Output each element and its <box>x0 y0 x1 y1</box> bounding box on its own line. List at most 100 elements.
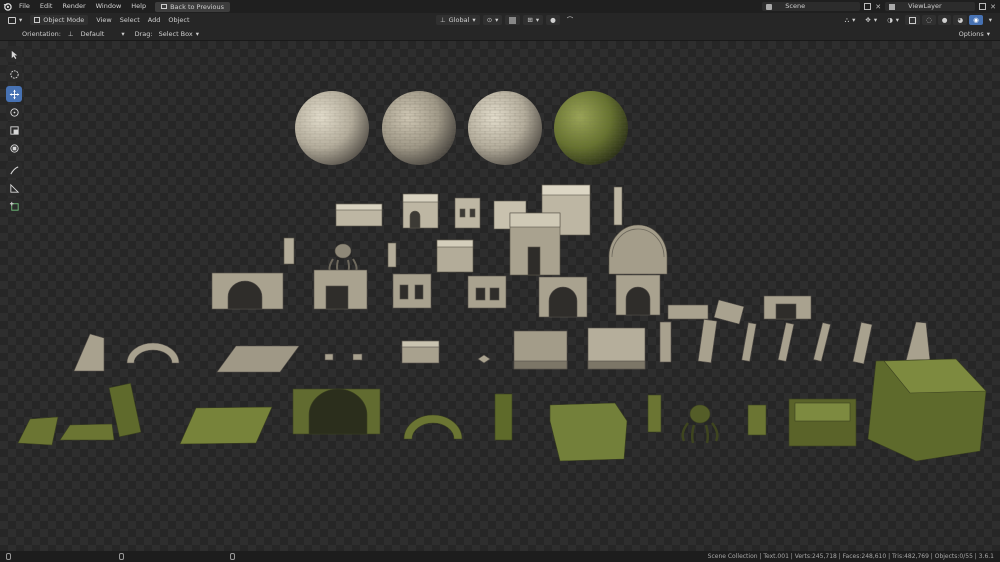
view3d-icon <box>8 16 16 24</box>
snap-toggle[interactable] <box>505 15 521 25</box>
scene-name: Scene <box>785 2 806 10</box>
sphere-stone-light[interactable] <box>295 91 369 165</box>
mouse-middle-icon <box>119 553 124 560</box>
options-button[interactable]: Options ▾ <box>955 29 994 39</box>
orientation-value: Default <box>80 29 105 38</box>
top-bar: File Edit Render Window Help Back to Pre… <box>0 0 1000 13</box>
options-label: Options <box>958 30 984 38</box>
right-header-tools: ⛬ ▾ ✥ ▾ ◑ ▾ ◌ ● ◕ ◉ ▾ <box>841 15 996 25</box>
snap-icon <box>509 16 517 24</box>
shading-options-button[interactable]: ▾ <box>985 15 996 25</box>
grid-snap-icon: ⊞ <box>527 16 533 24</box>
shading-solid-button[interactable]: ● <box>937 15 952 25</box>
move-icon <box>9 89 19 99</box>
mode-selector[interactable]: Object Mode <box>30 15 89 25</box>
shading-wireframe-button[interactable]: ◌ <box>922 15 936 25</box>
menu-edit[interactable]: Edit <box>35 0 58 13</box>
falloff-icon: ⌒ <box>566 16 574 24</box>
back-to-previous-label: Back to Previous <box>170 2 225 11</box>
transform-orientation-selector[interactable]: ⊥ Global ▾ <box>436 15 480 25</box>
scale-tool[interactable] <box>6 122 22 138</box>
back-to-previous-button[interactable]: Back to Previous <box>155 1 231 12</box>
scene-statistics: Scene Collection | Text.001 | Verts:245,… <box>707 553 994 560</box>
octopus-statue-stone[interactable] <box>328 243 358 273</box>
mouse-right-icon <box>230 553 235 560</box>
shading-rendered-button[interactable]: ◉ <box>969 15 983 25</box>
select-box-tool[interactable] <box>6 46 22 62</box>
tool-settings-header: Orientation: ⊥ Default ▾ Drag: Select Box… <box>0 27 1000 41</box>
pivot-icon: ⊙ <box>486 16 493 24</box>
sphere-stone-bricks[interactable] <box>382 91 456 165</box>
menu-select[interactable]: Select <box>116 15 144 25</box>
drag-selector[interactable]: Select Box ▾ <box>155 29 203 39</box>
orientation-icon: ⊥ <box>440 16 446 24</box>
move-tool[interactable] <box>6 86 22 102</box>
menu-window[interactable]: Window <box>91 0 127 13</box>
gizmo-toggle[interactable]: ✥ ▾ <box>861 15 881 25</box>
menu-view[interactable]: View <box>92 15 115 25</box>
material-icon: ◕ <box>957 16 964 24</box>
mouse-left-icon <box>6 553 11 560</box>
editor-type-button[interactable]: ▾ <box>4 15 26 25</box>
menu-file[interactable]: File <box>14 0 35 13</box>
transform-tool[interactable] <box>6 140 22 156</box>
proportional-edit-toggle[interactable]: ● <box>546 15 560 25</box>
gizmo-icon: ✥ <box>865 16 871 24</box>
building-row-mossy[interactable] <box>17 358 987 462</box>
status-bar: Scene Collection | Text.001 | Verts:245,… <box>0 551 1000 562</box>
drag-label: Drag: <box>134 29 153 38</box>
sphere-moss[interactable] <box>554 91 628 165</box>
add-cube-icon <box>9 201 19 211</box>
left-toolbar <box>6 46 24 214</box>
scene-icon <box>766 3 773 10</box>
octopus-statue-moss[interactable] <box>681 404 719 444</box>
select-box-icon <box>11 50 17 59</box>
proportional-icon: ● <box>550 16 556 24</box>
menu-render[interactable]: Render <box>57 0 90 13</box>
menu-object[interactable]: Object <box>164 15 193 25</box>
mode-label: Object Mode <box>43 16 85 24</box>
3d-viewport[interactable] <box>0 41 1000 551</box>
xray-icon <box>909 16 917 24</box>
sphere-stone-tiles[interactable] <box>468 91 542 165</box>
screen-icon <box>161 4 168 9</box>
building-row-floors[interactable] <box>73 319 931 373</box>
cursor-icon <box>9 69 19 79</box>
overlay-icon: ◑ <box>887 16 893 24</box>
orientation-selector[interactable]: ⊥ Default ▾ <box>64 29 129 39</box>
rotate-tool[interactable] <box>6 104 22 120</box>
layers-icon <box>889 3 896 10</box>
object-mode-icon <box>34 17 41 23</box>
menu-add[interactable]: Add <box>144 15 165 25</box>
viewport-header: ▾ Object Mode View Select Add Object ⊥ G… <box>0 13 1000 27</box>
view-layer-selector[interactable]: ViewLayer <box>885 2 976 11</box>
copy-icon[interactable] <box>864 3 872 10</box>
snap-target-button[interactable]: ⊞ ▾ <box>523 15 544 25</box>
orientation-label: Orientation: <box>22 29 61 38</box>
pivot-point-button[interactable]: ⊙ ▾ <box>482 15 503 25</box>
close-layer-icon[interactable]: ✕ <box>990 3 996 11</box>
overlay-toggle[interactable]: ◑ ▾ <box>883 15 903 25</box>
add-cube-tool[interactable] <box>6 198 22 214</box>
xray-toggle[interactable] <box>905 15 921 25</box>
menu-help[interactable]: Help <box>126 0 151 13</box>
falloff-button[interactable]: ⌒ <box>563 15 578 25</box>
rotate-icon <box>9 107 19 117</box>
cursor-tool[interactable] <box>6 66 22 82</box>
orientation-default-icon: ⊥ <box>67 29 74 38</box>
scene-selector[interactable]: Scene <box>762 2 861 11</box>
view-layer-name: ViewLayer <box>908 2 942 10</box>
visibility-button[interactable]: ⛬ ▾ <box>841 15 860 25</box>
drag-value: Select Box <box>158 29 193 38</box>
blender-logo-icon[interactable] <box>0 0 14 13</box>
copy-layer-icon[interactable] <box>979 3 987 10</box>
building-row-small[interactable] <box>335 184 623 236</box>
annotate-tool[interactable] <box>6 162 22 178</box>
measure-tool[interactable] <box>6 180 22 196</box>
building-row-arches[interactable] <box>211 269 812 325</box>
shading-material-button[interactable]: ◕ <box>953 15 968 25</box>
transform-icon <box>9 143 19 153</box>
annotate-icon <box>9 165 18 174</box>
close-icon[interactable]: ✕ <box>875 3 881 11</box>
solid-icon: ● <box>941 16 948 24</box>
